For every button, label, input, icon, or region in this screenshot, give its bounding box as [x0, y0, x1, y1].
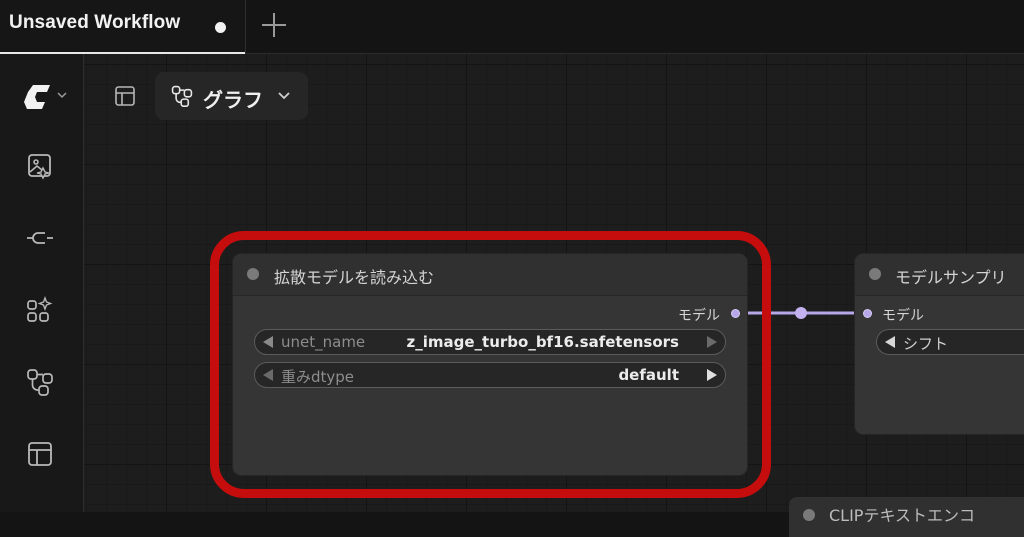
- node-library-icon[interactable]: [26, 224, 54, 252]
- layout-panel-icon[interactable]: [26, 440, 54, 468]
- workflow-tab[interactable]: Unsaved Workflow: [0, 0, 246, 54]
- new-tab-plus-icon[interactable]: [258, 9, 290, 41]
- sidebar: [0, 54, 84, 512]
- image-assets-icon[interactable]: [26, 152, 54, 180]
- graph-mode-dropdown[interactable]: グラフ: [155, 72, 308, 120]
- node-title: モデルサンプリ: [895, 268, 1007, 287]
- reroute-point[interactable]: [795, 307, 807, 319]
- model-sampling-node[interactable]: モデルサンプリ モデル シフト: [855, 254, 1024, 434]
- panel-toggle-button[interactable]: [106, 77, 144, 115]
- input-label-model: モデル: [882, 308, 924, 324]
- node-header[interactable]: モデルサンプリ: [855, 254, 1024, 296]
- collapse-dot-icon[interactable]: [803, 509, 815, 521]
- unsaved-dot-icon: [215, 22, 226, 33]
- workflow-graph-icon[interactable]: [26, 368, 54, 396]
- shift-widget[interactable]: シフト: [876, 329, 1024, 355]
- collapse-dot-icon[interactable]: [869, 268, 881, 280]
- layout-panel-icon: [115, 86, 135, 106]
- templates-icon[interactable]: [26, 296, 54, 324]
- node-title: CLIPテキストエンコ: [829, 506, 975, 525]
- input-port-model[interactable]: [863, 309, 872, 318]
- graph-mode-label: グラフ: [203, 88, 263, 112]
- workflow-graph-icon: [171, 85, 193, 107]
- tab-bar: Unsaved Workflow: [0, 0, 1024, 54]
- widget-label: シフト: [903, 335, 949, 353]
- clip-text-encode-node[interactable]: CLIPテキストエンコ: [789, 497, 1024, 537]
- decrement-arrow-icon[interactable]: [885, 336, 895, 348]
- chevron-down-icon[interactable]: [56, 90, 68, 100]
- comfy-logo-icon[interactable]: [24, 84, 52, 110]
- chevron-down-icon: [278, 92, 290, 100]
- tab-title: Unsaved Workflow: [9, 12, 181, 33]
- highlight-outline: [210, 231, 771, 498]
